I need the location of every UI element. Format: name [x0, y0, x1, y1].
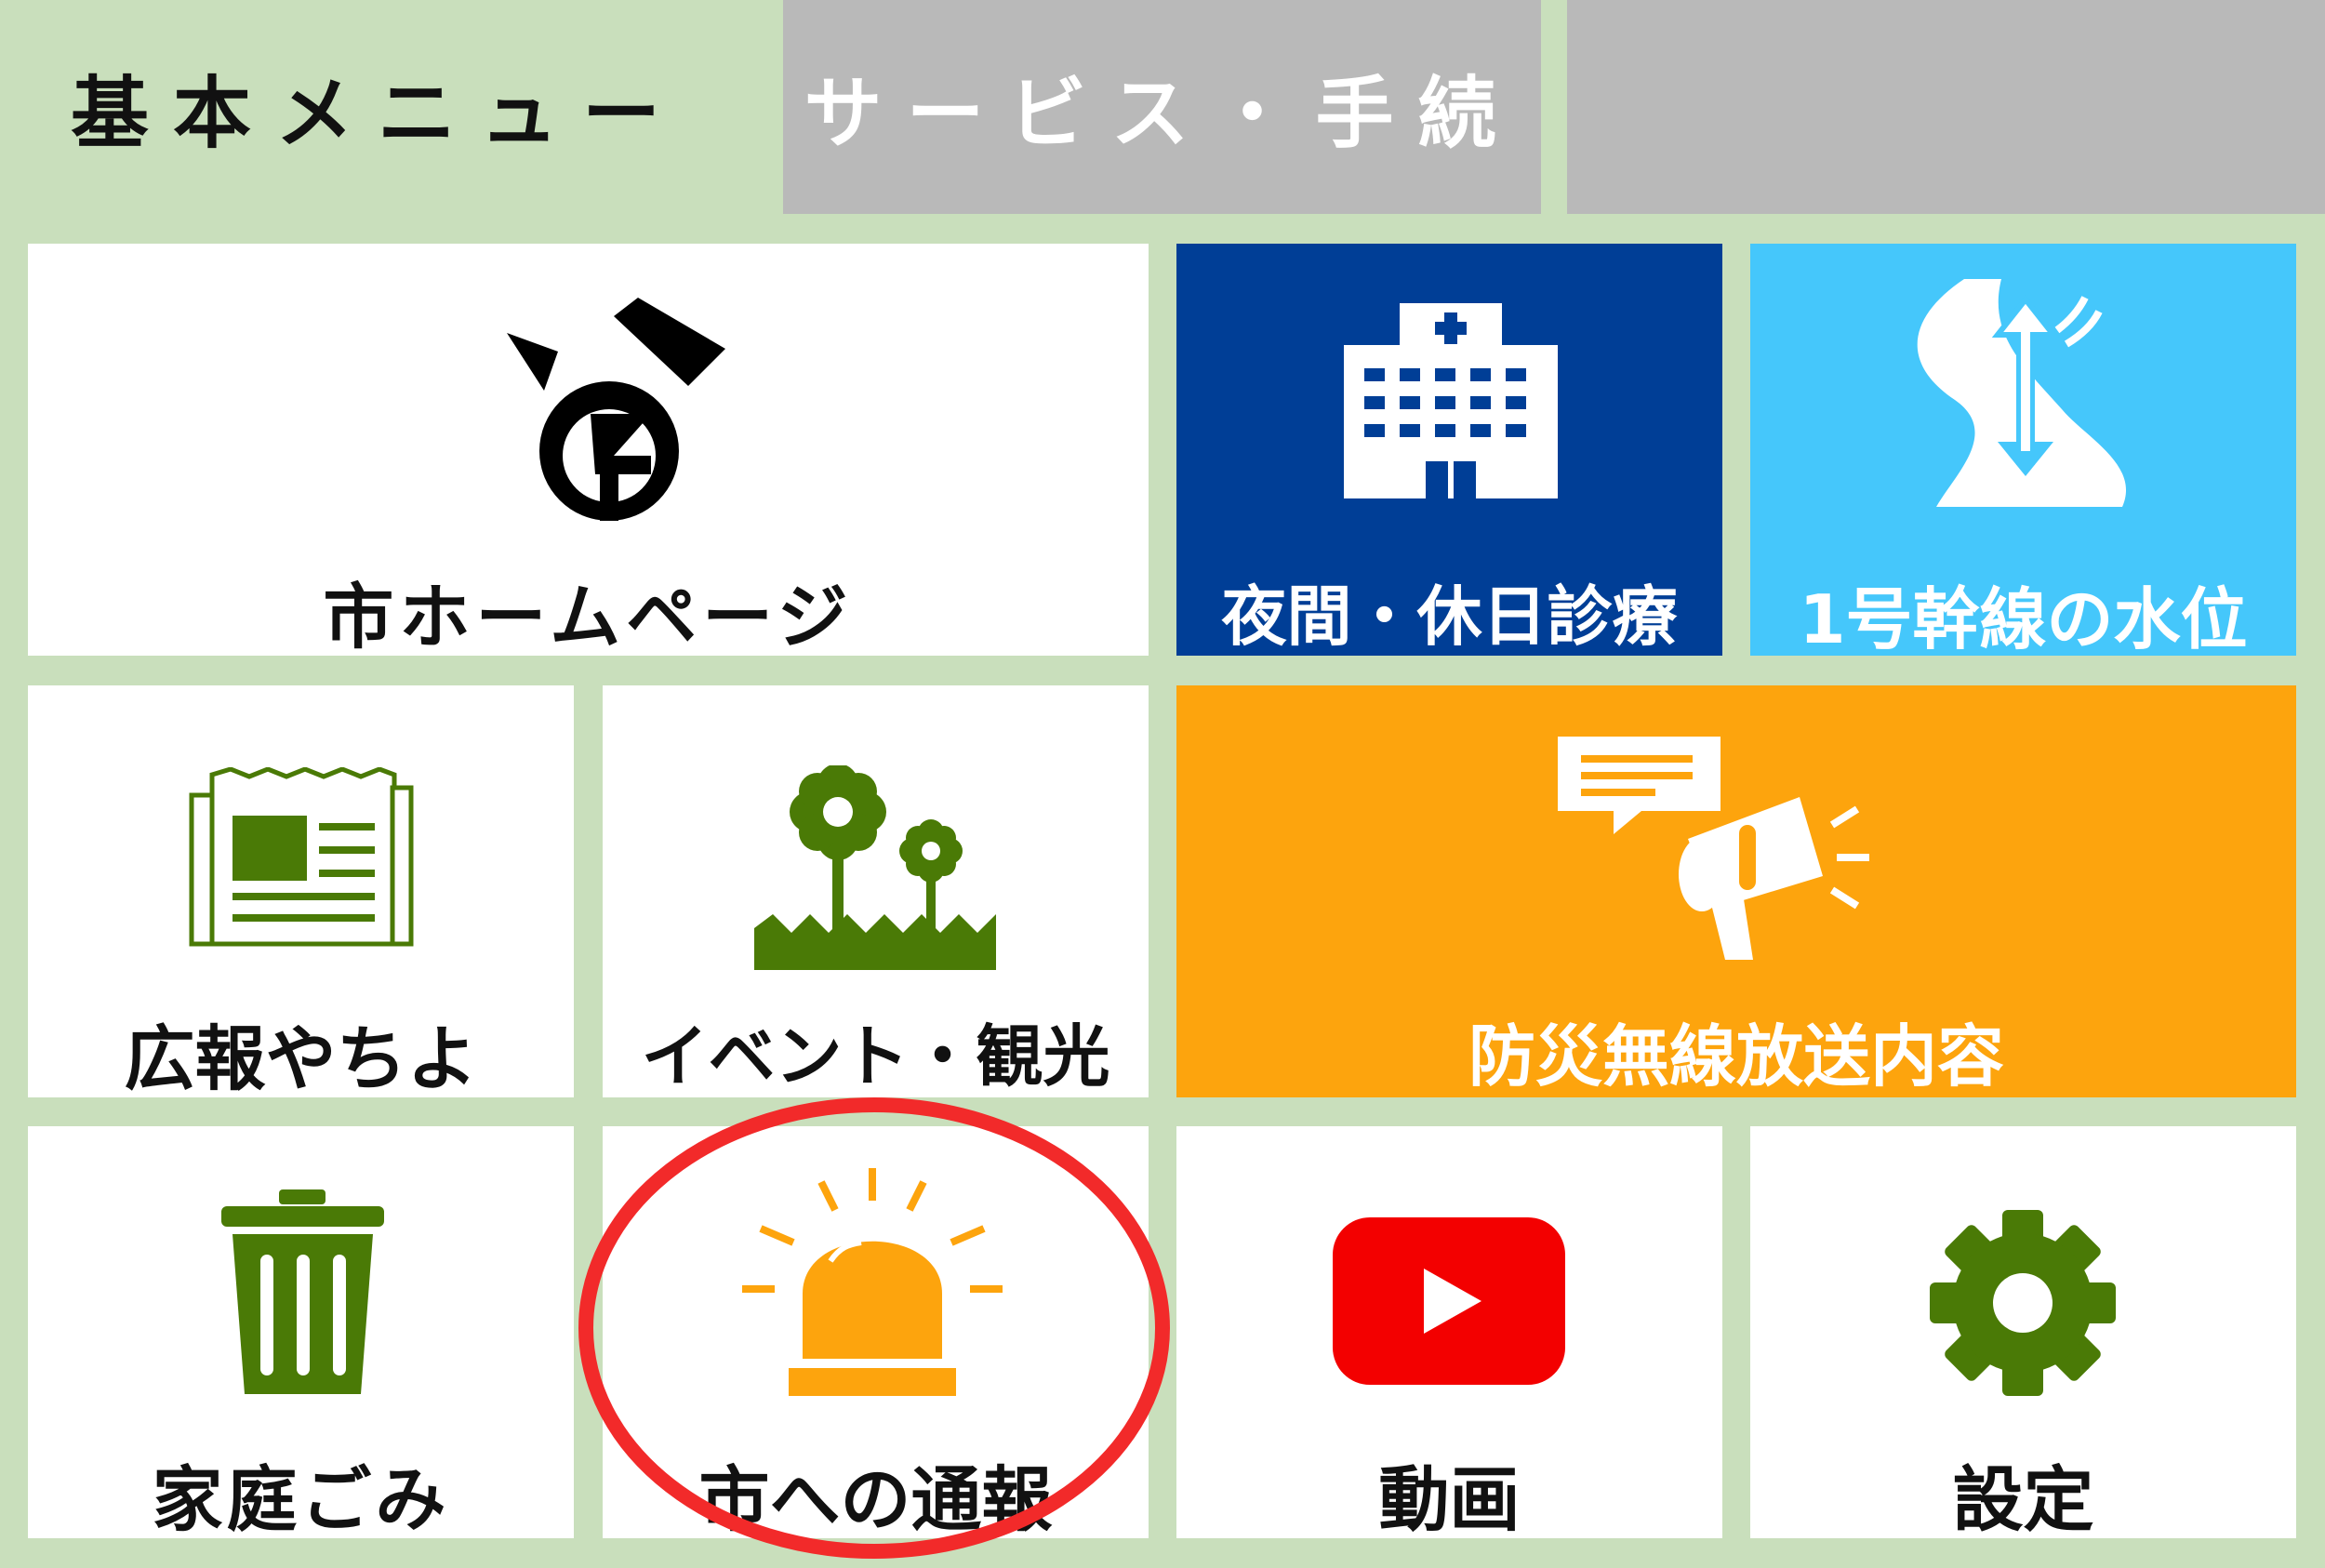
tile-city-homepage[interactable]: 市ホームページ — [28, 244, 1149, 658]
tab-empty[interactable] — [1567, 0, 2325, 214]
tile-settings[interactable]: 設定 — [1750, 1126, 2296, 1541]
city-emblem-icon — [507, 298, 725, 521]
megaphone-icon — [1558, 737, 1869, 960]
tile-events-tourism-label: イベント・観光 — [641, 1017, 1110, 1096]
tile-video-label: 動画 — [1378, 1458, 1521, 1541]
tile-events-tourism[interactable]: イベント・観光 — [603, 685, 1149, 1097]
tile-koho-yachiyo-label: 広報やちよ — [124, 1017, 478, 1100]
trash-can-icon — [221, 1189, 384, 1394]
tile-night-holiday-clinic-label: 夜間・休日診療 — [1221, 578, 1678, 655]
tab-basic-menu[interactable]: 基本メニュー — [0, 0, 755, 214]
gear-icon — [1930, 1210, 2116, 1396]
tile-disaster-broadcast[interactable]: 防災無線放送内容 — [1176, 685, 2296, 1097]
highlight-circle — [578, 1097, 1170, 1559]
tile-household-garbage-label: 家庭ごみ — [152, 1458, 450, 1541]
newspaper-icon — [189, 767, 414, 947]
river-water-level-icon — [1917, 279, 2127, 507]
tile-night-holiday-clinic[interactable]: 夜間・休日診療 — [1176, 244, 1722, 656]
tile-video[interactable]: 動画 — [1176, 1126, 1722, 1541]
tab-services-label: サービス・手続 — [804, 67, 1521, 159]
tab-basic-menu-label: 基本メニュー — [70, 67, 684, 159]
tile-water-level-label: 1号幹線の水位 — [1799, 580, 2248, 658]
hospital-icon — [1344, 303, 1558, 498]
tile-koho-yachiyo[interactable]: 広報やちよ — [28, 685, 574, 1100]
tile-settings-label: 設定 — [1952, 1458, 2094, 1541]
youtube-play-icon — [1333, 1217, 1565, 1385]
tile-city-homepage-label: 市ホームページ — [323, 576, 854, 658]
tile-water-level[interactable]: 1号幹線の水位 — [1750, 244, 2296, 658]
flowers-icon — [754, 765, 996, 970]
tab-services-procedures[interactable]: サービス・手続 — [783, 0, 1541, 214]
tile-disaster-broadcast-label: 防災無線放送内容 — [1468, 1017, 2004, 1096]
tile-household-garbage[interactable]: 家庭ごみ — [28, 1126, 574, 1541]
